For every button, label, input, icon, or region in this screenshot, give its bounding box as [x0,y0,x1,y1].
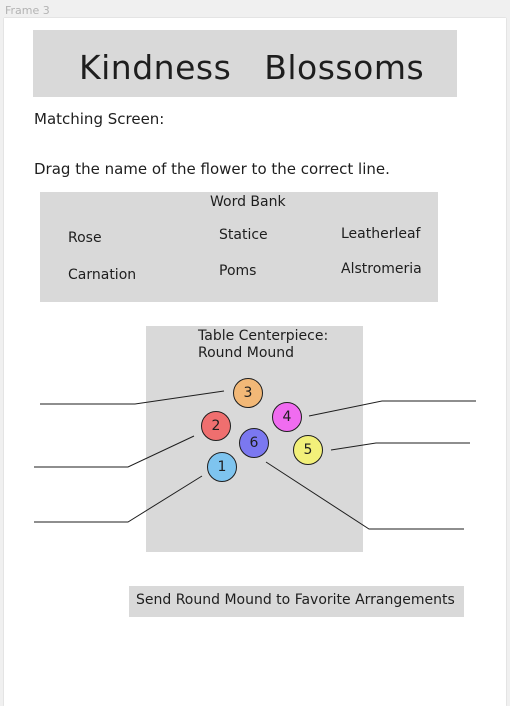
flower-number-5: 5 [303,442,313,458]
flower-marker-6: 6 [239,428,269,458]
flower-number-4: 4 [282,409,292,425]
answer-line-1[interactable] [34,475,203,523]
flower-marker-4: 4 [272,402,302,432]
flower-number-6: 6 [249,435,259,451]
answer-line-5[interactable] [330,442,470,451]
flower-marker-2: 2 [201,411,231,441]
flower-number-3: 3 [243,385,253,401]
answer-line-2[interactable] [34,435,195,468]
send-to-favorites-button[interactable]: Send Round Mound to Favorite Arrangement… [129,586,464,617]
flower-number-1: 1 [217,459,227,475]
answer-line-4[interactable] [308,400,476,417]
answer-line-3[interactable] [40,390,225,405]
flower-number-2: 2 [211,418,221,434]
flower-marker-5: 5 [293,435,323,465]
answer-line-6[interactable] [265,461,464,530]
flower-marker-3: 3 [233,378,263,408]
flower-marker-1: 1 [207,452,237,482]
